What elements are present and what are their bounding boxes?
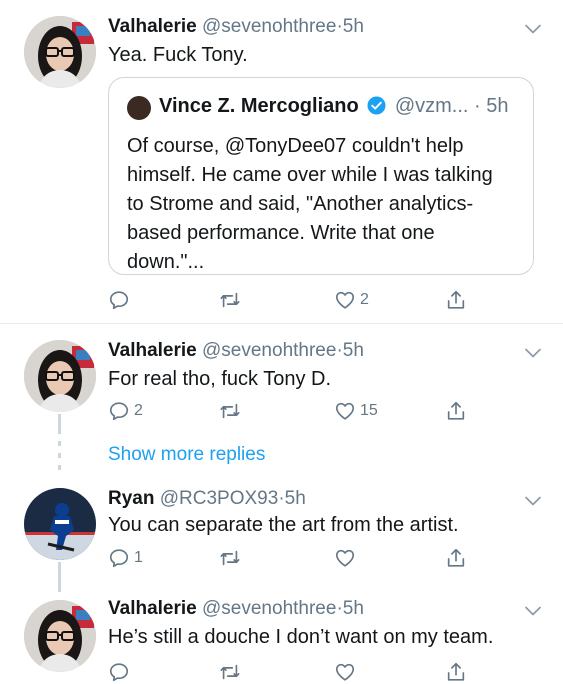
text-line: himself. He came over while I was talkin… xyxy=(127,164,493,186)
tweet-text: For real tho, fuck Tony D. xyxy=(108,368,332,390)
tweet-text: Yea. Fuck Tony. xyxy=(108,44,248,66)
tweet-actions: 1 xyxy=(108,546,508,570)
tweet-header: Ryan @RC3POX93·5h xyxy=(108,488,306,510)
like-button[interactable]: 2 xyxy=(334,288,369,312)
reply-button[interactable] xyxy=(108,288,134,312)
share-button[interactable] xyxy=(445,288,467,312)
tweet[interactable]: Ryan @RC3POX93·5h You can separate the a… xyxy=(0,472,563,582)
show-more-replies-link[interactable]: Show more replies xyxy=(108,444,265,466)
share-icon xyxy=(445,289,467,311)
share-icon xyxy=(445,400,467,422)
avatar[interactable] xyxy=(24,488,96,560)
reply-button[interactable]: 1 xyxy=(108,546,143,570)
reply-icon xyxy=(108,289,130,311)
handle[interactable]: @sevenohthree xyxy=(202,16,336,37)
tweet-text: You can separate the art from the artist… xyxy=(108,514,459,536)
retweet-button[interactable] xyxy=(219,399,245,423)
retweet-icon xyxy=(219,289,241,311)
timestamp[interactable]: 5h xyxy=(343,340,364,361)
timestamp[interactable]: 5h xyxy=(343,16,364,37)
separator-dot: · xyxy=(474,95,481,117)
chevron-down-icon[interactable] xyxy=(525,24,541,34)
like-icon xyxy=(334,400,356,422)
share-icon xyxy=(445,547,467,569)
retweet-icon xyxy=(219,547,241,569)
thread-line xyxy=(58,465,61,470)
like-button[interactable] xyxy=(334,546,360,570)
chevron-down-icon[interactable] xyxy=(525,348,541,358)
timestamp[interactable]: 5h xyxy=(285,488,306,509)
handle: @vzm... xyxy=(394,95,469,117)
share-button[interactable] xyxy=(445,399,467,423)
reply-icon xyxy=(108,547,130,569)
chevron-down-icon[interactable] xyxy=(525,496,541,506)
thread-line xyxy=(58,441,61,446)
tweet-text: He’s still a douche I don’t want on my t… xyxy=(108,626,494,648)
reply-count: 1 xyxy=(134,549,143,566)
avatar[interactable] xyxy=(24,16,96,88)
like-button[interactable]: 15 xyxy=(334,399,378,423)
share-button[interactable] xyxy=(445,660,467,684)
handle[interactable]: @sevenohthree xyxy=(202,598,336,619)
handle[interactable]: @RC3POX93 xyxy=(160,488,279,509)
thread-line xyxy=(58,453,61,458)
reply-count: 2 xyxy=(134,402,143,419)
tweet-actions: 2 15 xyxy=(108,399,508,423)
handle[interactable]: @sevenohthree xyxy=(202,340,336,361)
timestamp[interactable]: 5h xyxy=(343,598,364,619)
retweet-button[interactable] xyxy=(219,546,245,570)
tweet[interactable]: Valhalerie @sevenohthree·5h For real tho… xyxy=(0,324,563,434)
like-count: 2 xyxy=(360,291,369,308)
timestamp: 5h xyxy=(486,95,509,117)
display-name[interactable]: Valhalerie xyxy=(108,340,197,361)
tweet-header: Valhalerie @sevenohthree·5h xyxy=(108,16,364,38)
avatar xyxy=(127,96,151,120)
retweet-icon xyxy=(219,400,241,422)
like-icon xyxy=(334,289,356,311)
like-icon xyxy=(334,547,356,569)
quoted-tweet-text: Of course, @TonyDee07 couldn't help hims… xyxy=(127,132,493,277)
text-line: Of course, @TonyDee07 couldn't help xyxy=(127,135,464,157)
display-name[interactable]: Valhalerie xyxy=(108,598,197,619)
tweet-header: Valhalerie @sevenohthree·5h xyxy=(108,598,364,620)
retweet-button[interactable] xyxy=(219,288,245,312)
display-name[interactable]: Ryan xyxy=(108,488,154,509)
display-name: Vince Z. Mercogliano xyxy=(159,95,359,117)
text-line: down."... xyxy=(127,251,205,273)
display-name[interactable]: Valhalerie xyxy=(108,16,197,37)
share-button[interactable] xyxy=(445,546,467,570)
retweet-button[interactable] xyxy=(219,660,245,684)
text-line: based performance. Write that one xyxy=(127,222,435,244)
reply-button[interactable]: 2 xyxy=(108,399,143,423)
tweet[interactable]: Valhalerie @sevenohthree·5h Yea. Fuck To… xyxy=(0,0,563,322)
reply-button[interactable] xyxy=(108,660,134,684)
like-count: 15 xyxy=(360,402,378,419)
tweet-actions: 2 xyxy=(108,288,508,312)
reply-icon xyxy=(108,400,130,422)
like-button[interactable] xyxy=(334,660,360,684)
quoted-tweet[interactable]: Vince Z. Mercogliano @vzm... · 5h Of cou… xyxy=(108,77,534,275)
chevron-down-icon[interactable] xyxy=(525,606,541,616)
tweet-header: Valhalerie @sevenohthree·5h xyxy=(108,340,364,362)
tweet[interactable]: Valhalerie @sevenohthree·5h He’s still a… xyxy=(0,584,563,680)
tweet-actions xyxy=(108,660,508,684)
avatar[interactable] xyxy=(24,600,96,672)
avatar[interactable] xyxy=(24,340,96,412)
quoted-tweet-header: Vince Z. Mercogliano @vzm... · 5h xyxy=(159,95,509,118)
text-line: to Strome and said, "Another analytics- xyxy=(127,193,474,215)
verified-badge-icon xyxy=(367,96,386,115)
